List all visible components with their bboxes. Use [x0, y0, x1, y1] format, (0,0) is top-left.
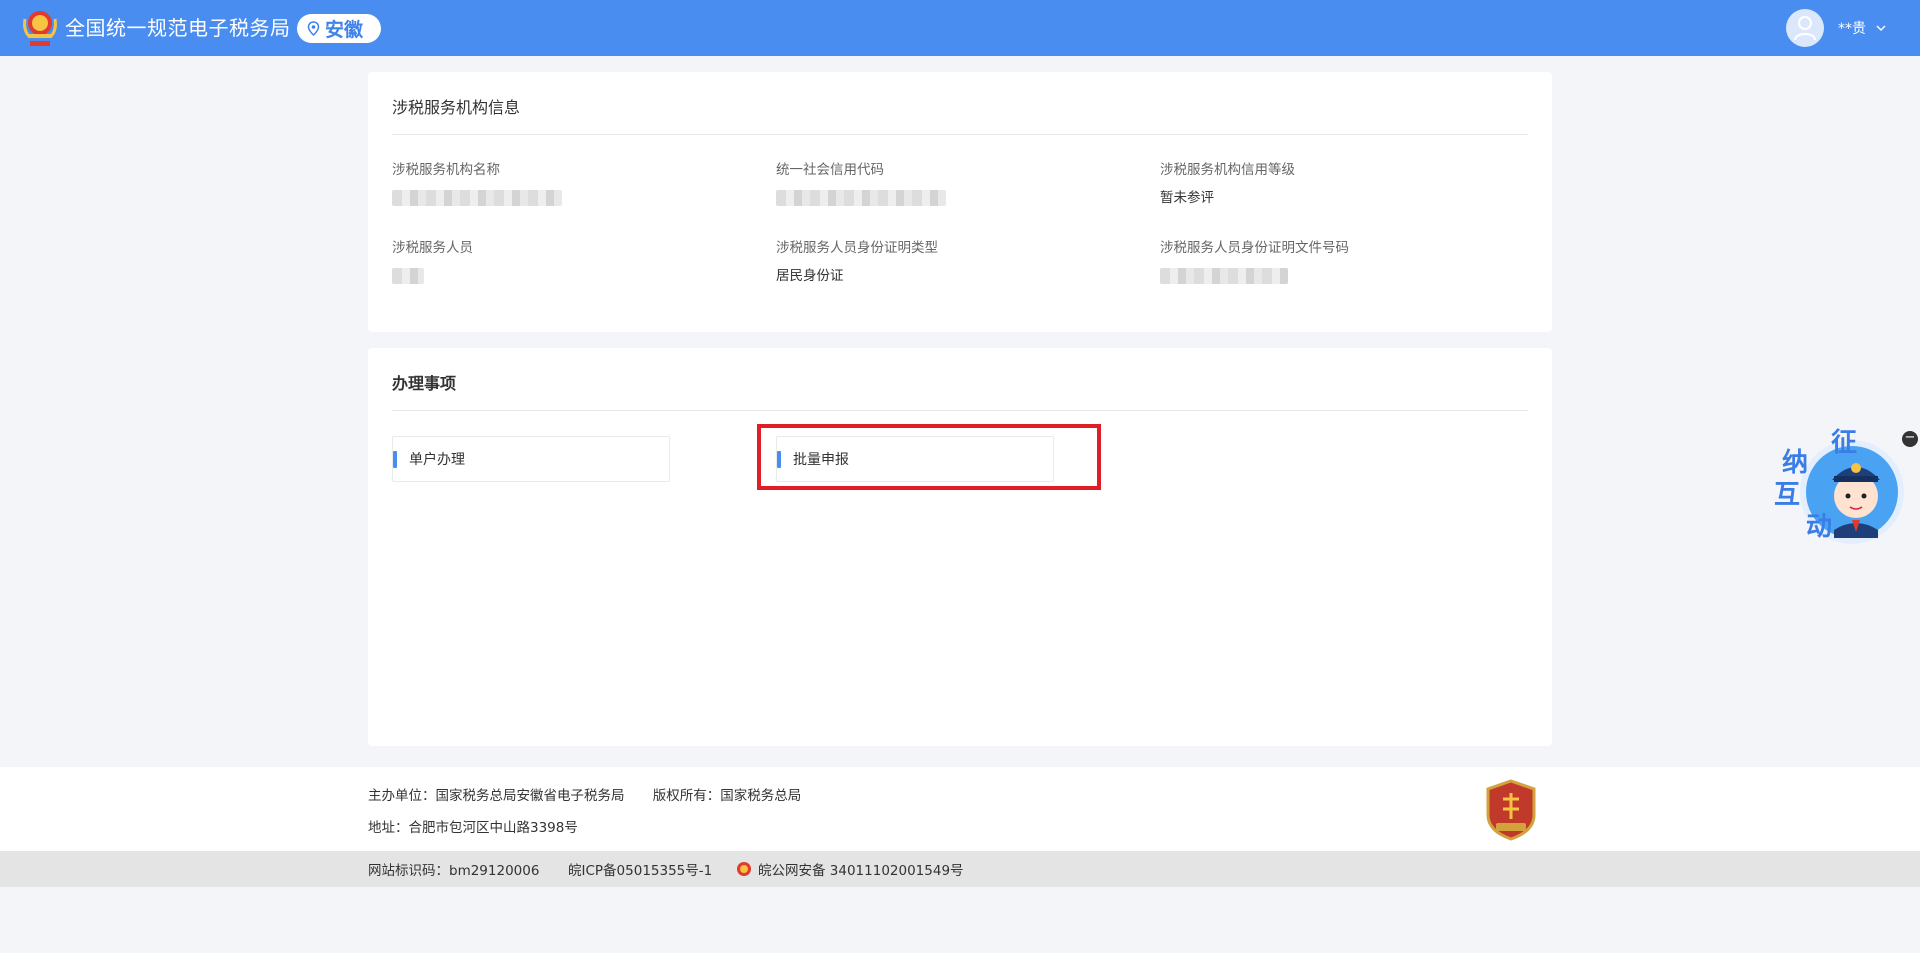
widget-char: 征 [1831, 428, 1858, 458]
tasks-card: 办理事项 单户办理 批量申报 [368, 348, 1552, 746]
task-batch-declaration[interactable]: 批量申报 [776, 436, 1054, 482]
field-agent-name: 涉税服务人员 [392, 238, 732, 284]
region-selector[interactable]: 安徽 [297, 14, 381, 43]
footer-sponsor: 主办单位：国家税务总局安徽省电子税务局 [368, 788, 625, 804]
police-record-text: 皖公网安备 34011102001549号 [758, 863, 964, 879]
user-icon [1794, 16, 1816, 41]
field-credit-level: 涉税服务机构信用等级 暂未参评 [1160, 160, 1500, 208]
info-card-title: 涉税服务机构信息 [392, 98, 521, 117]
police-badge-icon [737, 862, 751, 876]
field-label: 涉税服务机构信用等级 [1160, 162, 1295, 178]
tasks-card-title: 办理事项 [392, 374, 457, 393]
accent-bar [393, 450, 397, 468]
region-label: 安徽 [325, 19, 364, 41]
bottom-bar: 网站标识码：bm29120006 皖ICP备05015355号-1 皖公网安备 … [0, 851, 1920, 887]
field-label: 涉税服务人员身份证明文件号码 [1160, 240, 1349, 256]
widget-close-button[interactable]: − [1902, 431, 1918, 447]
chevron-down-icon[interactable] [1876, 25, 1886, 32]
widget-char: 动 [1806, 512, 1833, 542]
footer: 主办单位：国家税务总局安徽省电子税务局 版权所有：国家税务总局 地址：合肥市包河… [0, 767, 1920, 851]
footer-info-line: 主办单位：国家税务总局安徽省电子税务局 版权所有：国家税务总局 [368, 784, 801, 804]
top-header: 全国统一规范电子税务局 安徽 **贵 [0, 0, 1920, 56]
tax-agency-info-card: 涉税服务机构信息 涉税服务机构名称 统一社会信用代码 涉税服务机构信用等级 暂未… [368, 72, 1552, 332]
field-label: 涉税服务人员 [392, 240, 473, 256]
divider [392, 410, 1528, 411]
redacted-value [392, 190, 562, 206]
user-menu[interactable]: **贵 [1786, 9, 1886, 47]
accent-bar [777, 450, 781, 468]
redacted-value [1160, 268, 1288, 284]
field-label: 统一社会信用代码 [776, 162, 884, 178]
field-credit-code: 统一社会信用代码 [776, 160, 1116, 206]
redacted-value [776, 190, 946, 206]
field-id-number: 涉税服务人员身份证明文件号码 [1160, 238, 1500, 284]
task-single-household[interactable]: 单户办理 [392, 436, 670, 482]
site-title: 全国统一规范电子税务局 [65, 16, 291, 40]
tax-emblem-icon [22, 7, 58, 49]
divider [392, 134, 1528, 135]
site-id: 网站标识码：bm29120006 [368, 863, 540, 879]
redacted-value [392, 268, 424, 284]
icp-link[interactable]: 皖ICP备05015355号-1 [568, 859, 712, 879]
field-label: 涉税服务机构名称 [392, 162, 500, 178]
field-agency-name: 涉税服务机构名称 [392, 160, 732, 206]
field-value: 居民身份证 [776, 268, 844, 284]
username[interactable]: **贵 [1838, 18, 1866, 38]
field-value: 暂未参评 [1160, 190, 1214, 206]
avatar[interactable] [1786, 9, 1824, 47]
task-label: 批量申报 [793, 452, 849, 468]
footer-address: 地址：合肥市包河区中山路3398号 [368, 820, 578, 836]
party-government-badge-icon[interactable] [1484, 779, 1538, 841]
location-pin-icon [307, 21, 320, 36]
task-label: 单户办理 [409, 452, 465, 468]
police-record-link[interactable]: 皖公网安备 34011102001549号 [736, 859, 964, 879]
widget-char: 互 [1774, 480, 1801, 510]
footer-copyright: 版权所有：国家税务总局 [652, 788, 802, 804]
field-label: 涉税服务人员身份证明类型 [776, 240, 938, 256]
field-id-type: 涉税服务人员身份证明类型 居民身份证 [776, 238, 1116, 286]
interaction-widget[interactable]: 征 纳 互 动 [1768, 420, 1904, 550]
